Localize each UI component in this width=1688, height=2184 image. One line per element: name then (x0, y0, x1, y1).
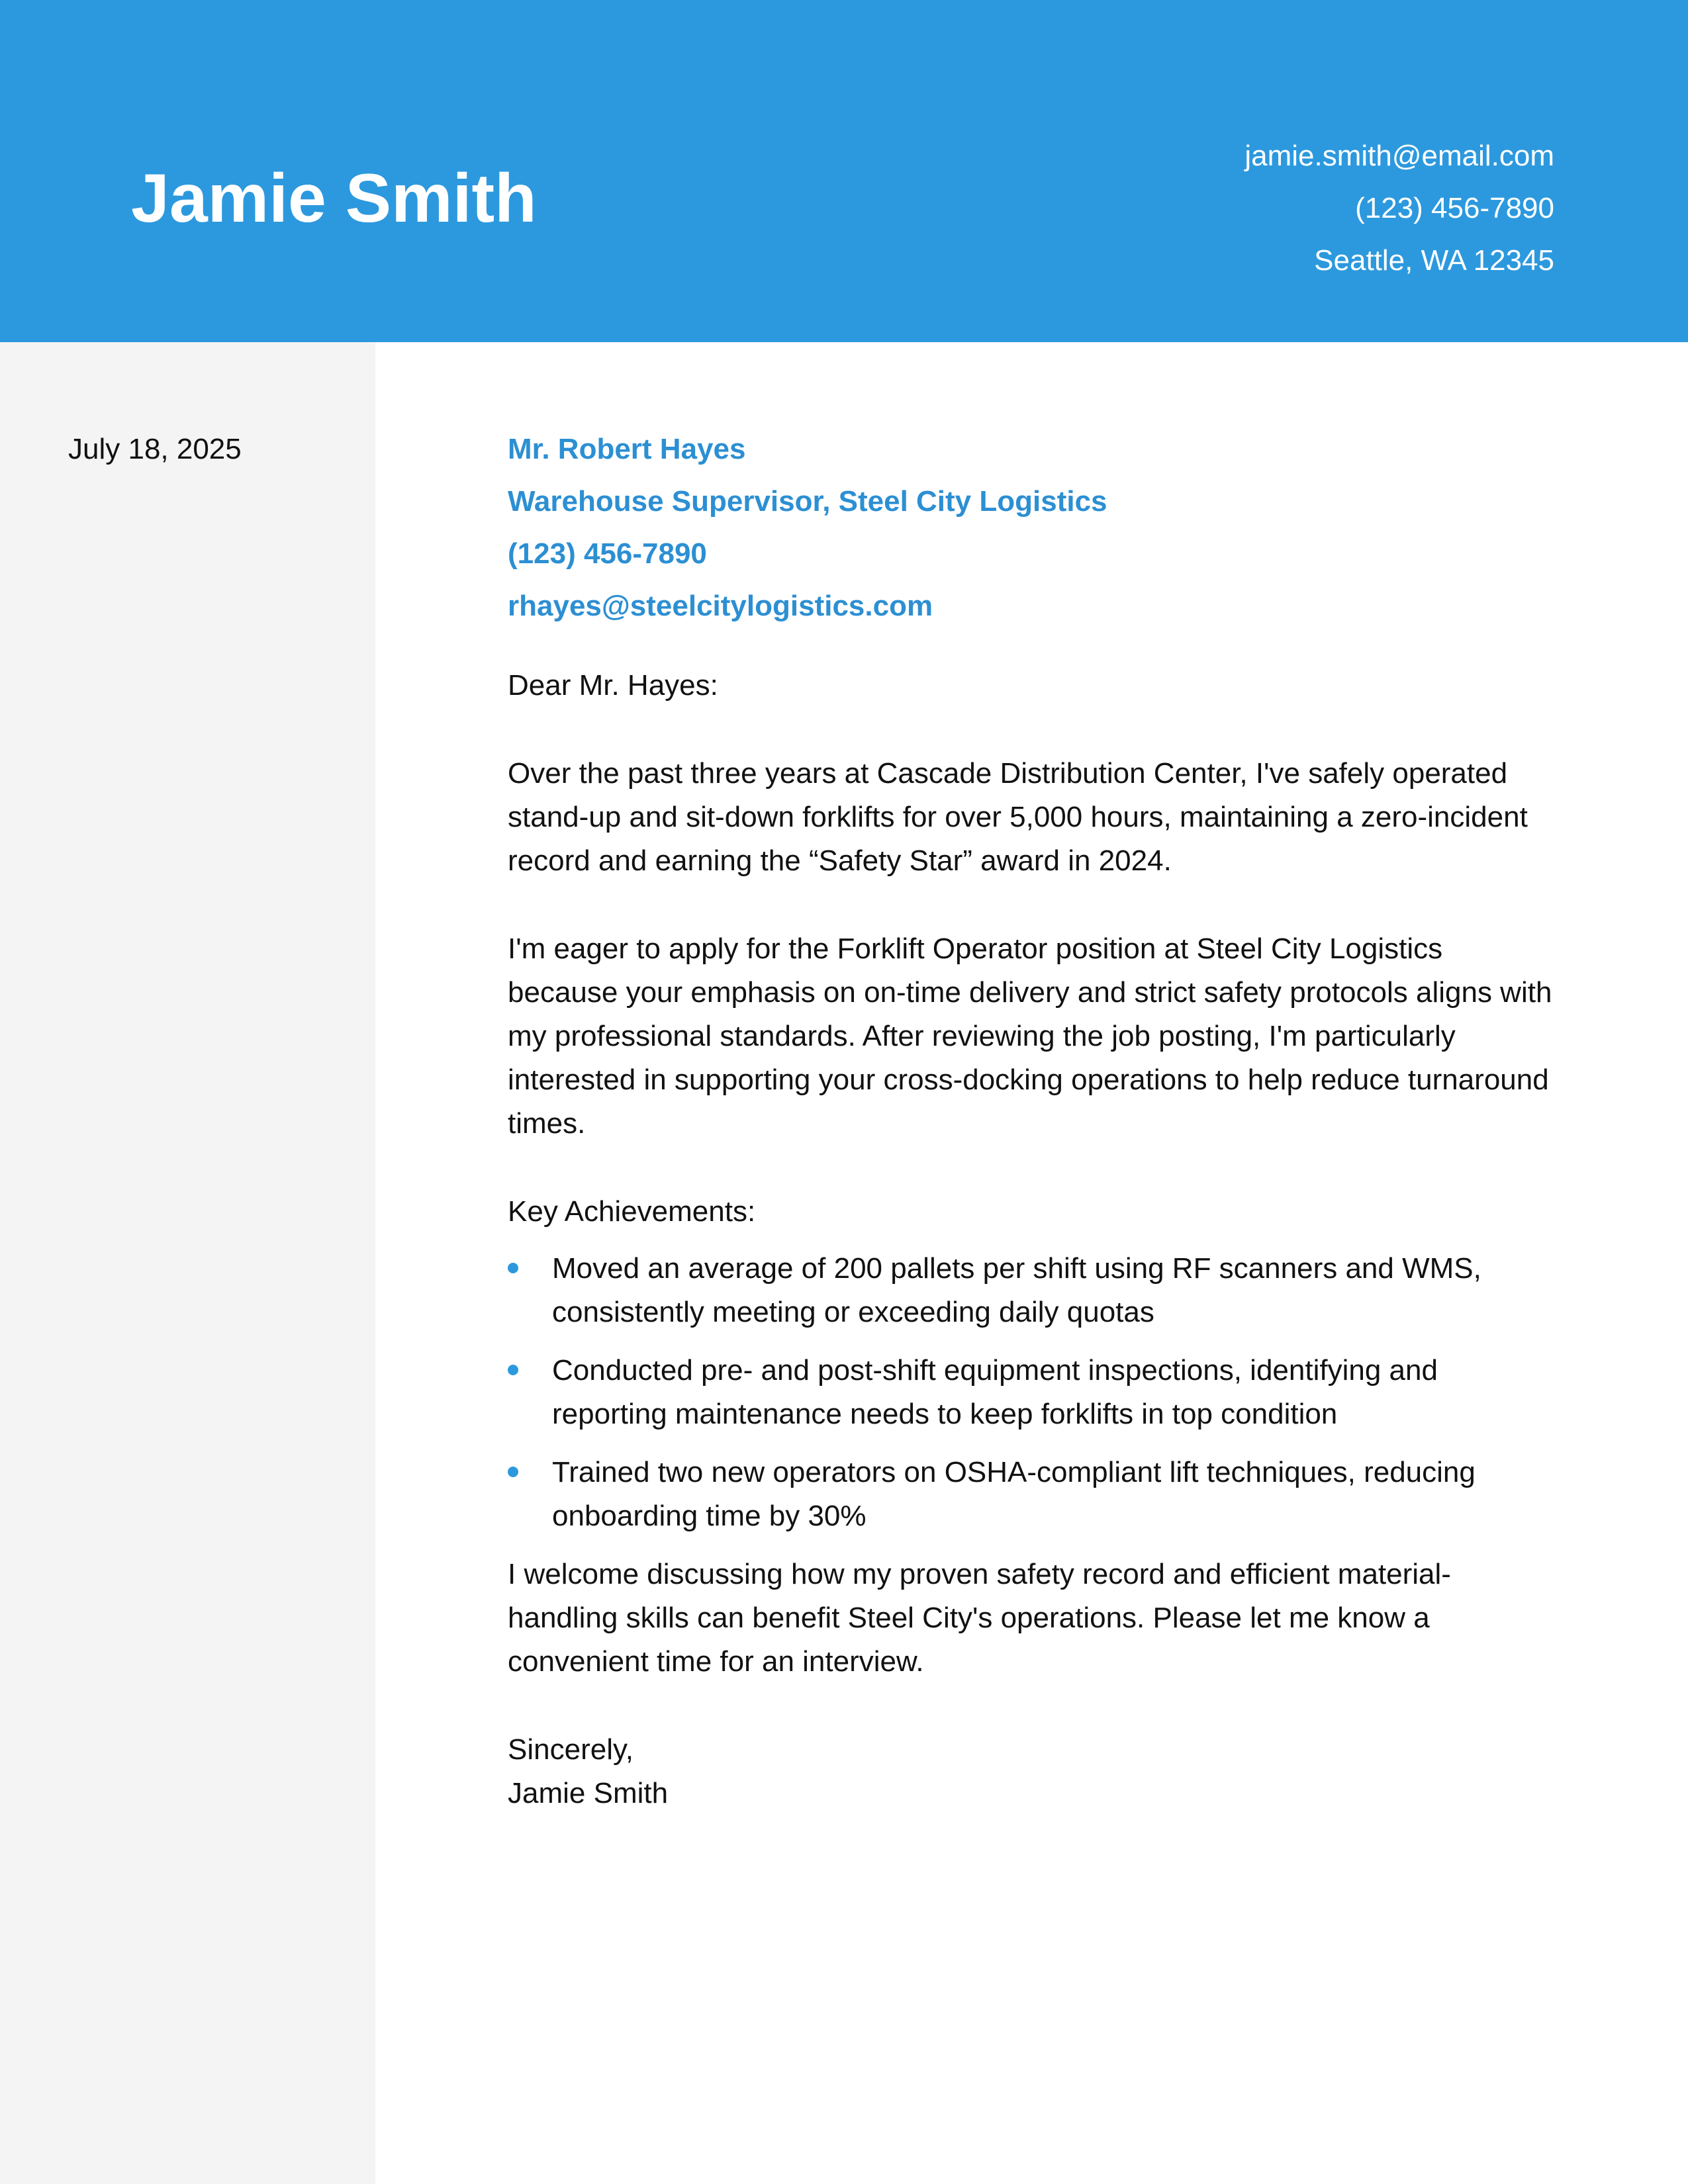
salutation: Dear Mr. Hayes: (508, 669, 718, 702)
left-sidebar (0, 342, 375, 2184)
achievement-item: Trained two new operators on OSHA-compli… (508, 1451, 1560, 1538)
header-banner: Jamie Smith jamie.smith@email.com (123) … (0, 0, 1688, 342)
applicant-location: Seattle, WA 12345 (1314, 244, 1554, 277)
applicant-email: jamie.smith@email.com (1244, 140, 1554, 172)
applicant-contact: jamie.smith@email.com (123) 456-7890 Sea… (1244, 134, 1554, 291)
bullet-dot-icon (508, 1467, 518, 1477)
bullet-dot-icon (508, 1365, 518, 1375)
paragraph-interest: I'm eager to apply for the Forklift Oper… (508, 933, 1552, 1140)
achievement-text: Conducted pre- and post-shift equipment … (552, 1354, 1438, 1430)
recipient-block: Mr. Robert Hayes Warehouse Supervisor, S… (508, 428, 1560, 637)
recipient-title: Warehouse Supervisor, Steel City Logisti… (508, 485, 1107, 518)
applicant-name: Jamie Smith (131, 160, 537, 237)
paragraph-closing: I welcome discussing how my proven safet… (508, 1558, 1451, 1678)
paragraph-intro: Over the past three years at Cascade Dis… (508, 757, 1528, 877)
letter-body: Mr. Robert Hayes Warehouse Supervisor, S… (508, 428, 1560, 1815)
letter-date: July 18, 2025 (68, 433, 242, 465)
cover-letter-page: Jamie Smith jamie.smith@email.com (123) … (0, 0, 1688, 2184)
applicant-phone: (123) 456-7890 (1355, 192, 1554, 224)
achievements-heading: Key Achievements: (508, 1195, 756, 1228)
recipient-name: Mr. Robert Hayes (508, 433, 746, 465)
recipient-email: rhayes@steelcitylogistics.com (508, 590, 933, 622)
achievement-item: Conducted pre- and post-shift equipment … (508, 1349, 1560, 1436)
recipient-phone: (123) 456-7890 (508, 537, 707, 570)
signature-name: Jamie Smith (508, 1777, 669, 1809)
bullet-dot-icon (508, 1263, 518, 1273)
achievement-text: Moved an average of 200 pallets per shif… (552, 1252, 1481, 1328)
achievements-list: Moved an average of 200 pallets per shif… (508, 1247, 1560, 1538)
sign-off: Sincerely, Jamie Smith (508, 1728, 1560, 1815)
achievement-text: Trained two new operators on OSHA-compli… (552, 1456, 1476, 1532)
closing-phrase: Sincerely, (508, 1733, 633, 1766)
achievement-item: Moved an average of 200 pallets per shif… (508, 1247, 1560, 1334)
